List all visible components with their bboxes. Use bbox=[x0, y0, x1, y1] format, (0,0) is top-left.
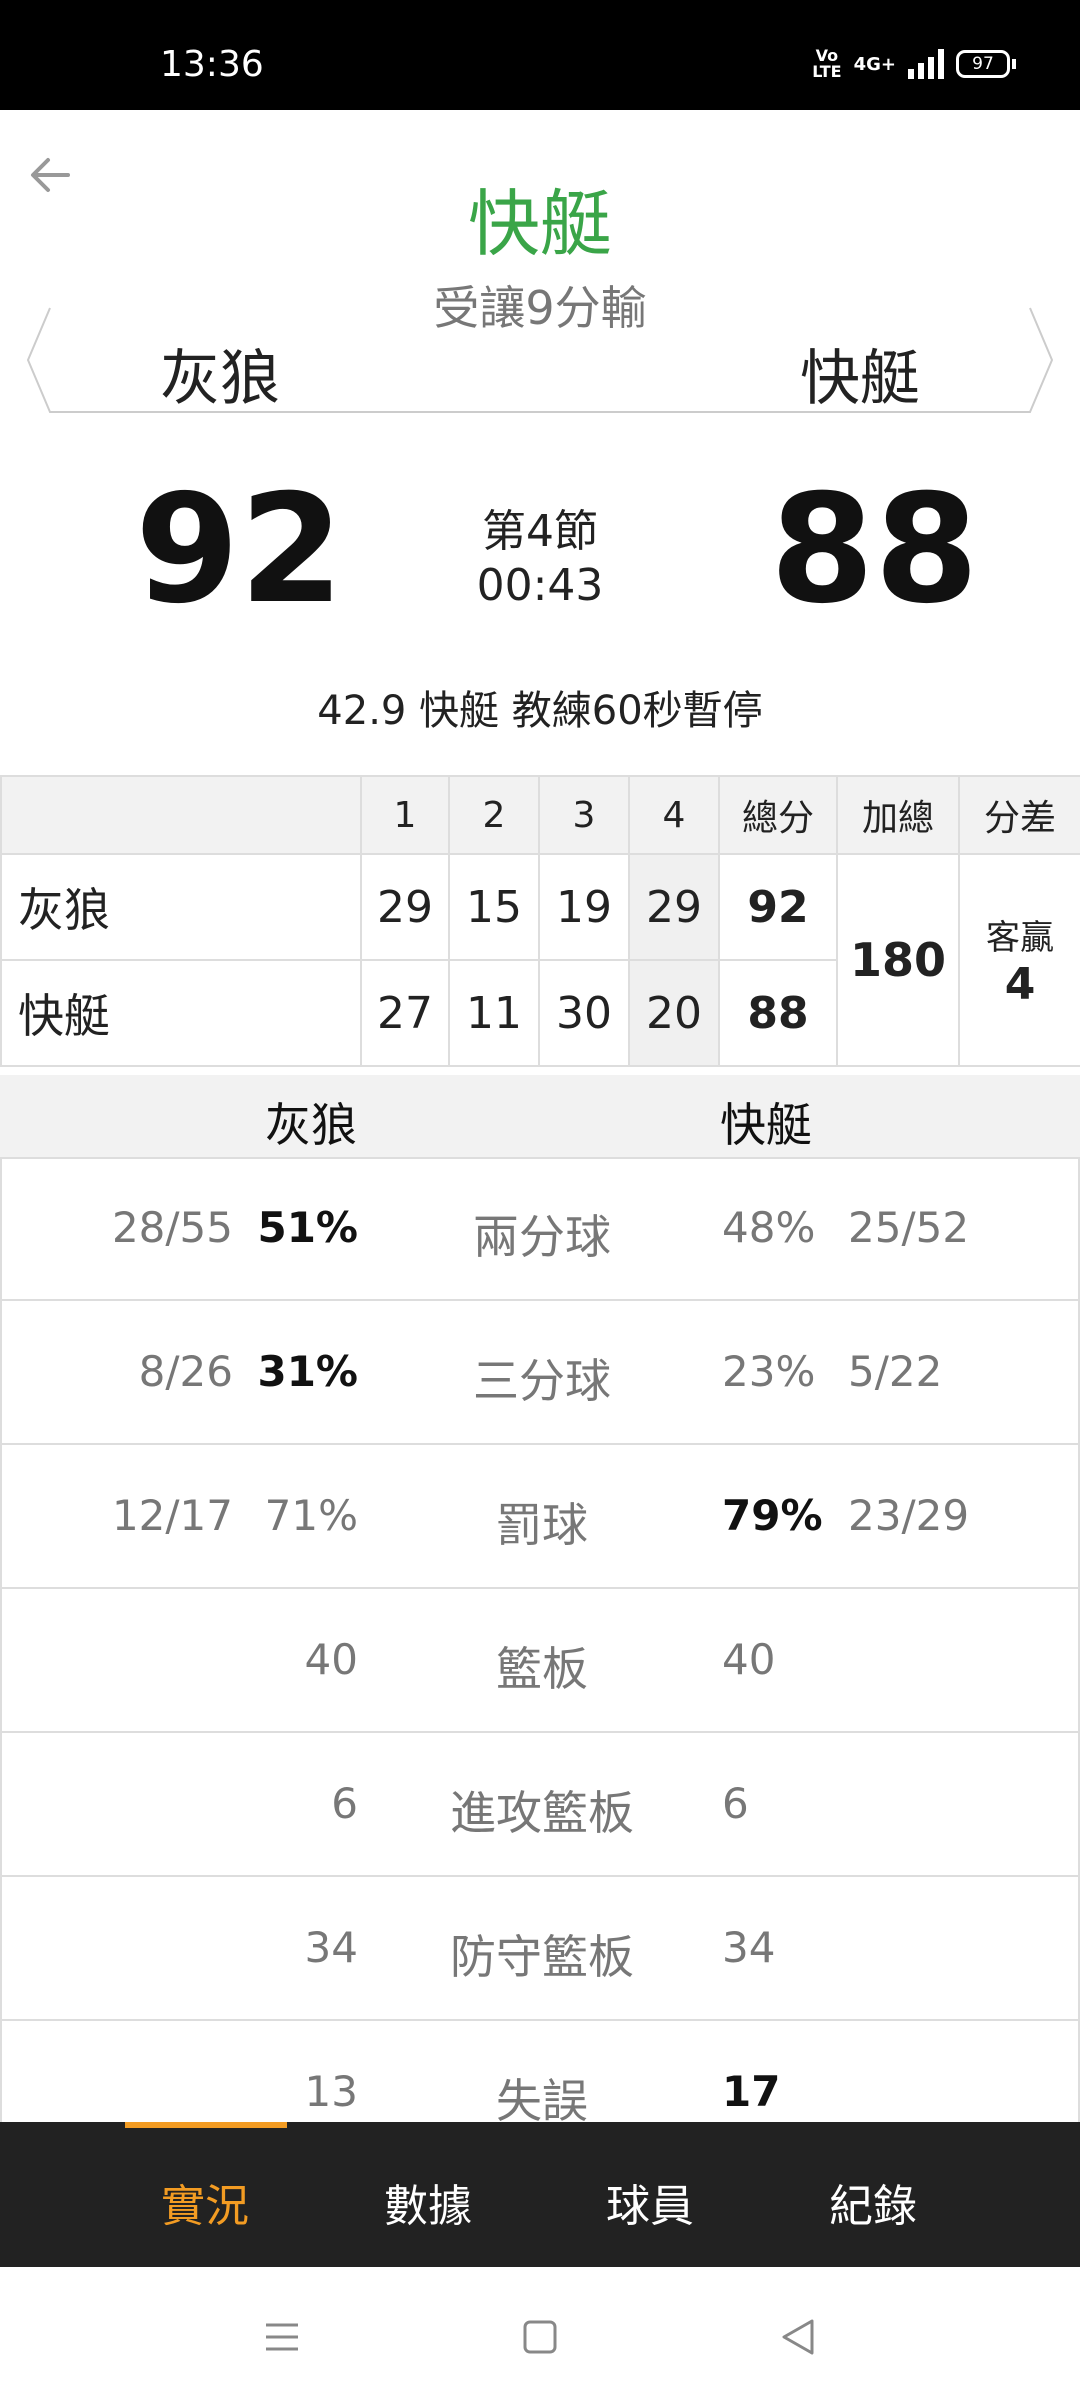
combined-score: 180 bbox=[836, 853, 960, 1067]
q4-score: 20 bbox=[628, 959, 720, 1067]
tab-live[interactable]: 實況 bbox=[110, 2170, 300, 2234]
tab-stats[interactable]: 數據 bbox=[333, 2170, 523, 2234]
home-value: 17 bbox=[722, 2067, 781, 2116]
home-icon[interactable] bbox=[510, 2307, 570, 2367]
q1-score: 27 bbox=[360, 959, 450, 1067]
status-icons: Vo LTE 4G+ 97 bbox=[812, 48, 1016, 80]
battery-icon: 97 bbox=[956, 50, 1010, 78]
q3-score: 19 bbox=[538, 853, 630, 961]
header-q1: 1 bbox=[360, 775, 450, 855]
quarter-score-table: 1 2 3 4 總分 加總 分差 灰狼 29 15 19 29 92 180 客… bbox=[0, 775, 1080, 1067]
stat-label: 籃板 bbox=[496, 1642, 588, 1696]
table-row: 灰狼 29 15 19 29 92 180 客贏 4 bbox=[0, 853, 1080, 1067]
away-team-name: 灰狼 bbox=[160, 344, 280, 414]
tab-players[interactable]: 球員 bbox=[555, 2170, 745, 2234]
stat-row-two-pointers: 28/55 51% 兩分球 48% 25/52 bbox=[2, 1157, 1078, 1301]
battery-tip bbox=[1012, 59, 1016, 69]
stats-header: 灰狼 快艇 bbox=[0, 1075, 1080, 1159]
home-fraction: 25/52 bbox=[848, 1203, 970, 1252]
home-value: 34 bbox=[722, 1923, 776, 1972]
last-event: 42.9 快艇 教練60秒暫停 bbox=[317, 688, 763, 734]
header-diff: 分差 bbox=[958, 775, 1080, 855]
total-score: 88 bbox=[718, 959, 838, 1067]
stat-row-rebounds: 40 籃板 40 bbox=[2, 1589, 1078, 1733]
volte-icon: Vo LTE bbox=[812, 46, 842, 81]
header-q2: 2 bbox=[448, 775, 540, 855]
quarter-header-row: 1 2 3 4 總分 加總 分差 bbox=[0, 775, 1080, 855]
home-value: 48% bbox=[722, 1203, 816, 1252]
game-clock: 00:43 bbox=[476, 560, 604, 611]
header-total: 總分 bbox=[718, 775, 838, 855]
stat-row-free-throws: 12/17 71% 罰球 79% 23/29 bbox=[2, 1445, 1078, 1589]
tab-records[interactable]: 紀錄 bbox=[778, 2170, 968, 2234]
header-q4: 4 bbox=[628, 775, 720, 855]
row-team: 快艇 bbox=[0, 959, 362, 1067]
home-value: 23% bbox=[722, 1347, 816, 1396]
signal-icon bbox=[908, 49, 944, 79]
home-fraction: 5/22 bbox=[848, 1347, 943, 1396]
diff-label: 客贏 bbox=[986, 918, 1054, 958]
row-team: 灰狼 bbox=[0, 853, 362, 961]
header-combined: 加總 bbox=[836, 775, 960, 855]
home-fraction: 23/29 bbox=[848, 1491, 970, 1540]
header-q3: 3 bbox=[538, 775, 630, 855]
status-bar: 13:36 Vo LTE 4G+ 97 bbox=[0, 0, 1080, 110]
q2-score: 15 bbox=[448, 853, 540, 961]
diff-value: 4 bbox=[1004, 959, 1036, 1010]
score-diff: 客贏 4 bbox=[958, 853, 1080, 1067]
network-type: 4G+ bbox=[853, 53, 896, 75]
home-value: 40 bbox=[722, 1635, 776, 1684]
total-score: 92 bbox=[718, 853, 838, 961]
system-nav-bar bbox=[0, 2267, 1080, 2400]
home-value: 79% bbox=[722, 1491, 823, 1540]
q1-score: 29 bbox=[360, 853, 450, 961]
stat-label: 進攻籃板 bbox=[450, 1786, 634, 1840]
triangle-back-icon[interactable] bbox=[768, 2307, 828, 2367]
stat-row-turnovers: 13 失誤 17 bbox=[2, 2021, 1078, 2122]
stat-row-three-pointers: 8/26 31% 三分球 23% 5/22 bbox=[2, 1301, 1078, 1445]
stats-away-team: 灰狼 bbox=[265, 1098, 357, 1152]
game-period: 第4節 bbox=[482, 506, 598, 557]
home-team-name: 快艇 bbox=[800, 344, 920, 414]
stat-row-defensive-rebounds: 34 防守籃板 34 bbox=[2, 1877, 1078, 2021]
active-tab-indicator bbox=[125, 2122, 287, 2128]
q2-score: 11 bbox=[448, 959, 540, 1067]
stat-row-offensive-rebounds: 6 進攻籃板 6 bbox=[2, 1733, 1078, 1877]
stat-label: 防守籃板 bbox=[450, 1930, 634, 1984]
bottom-nav: 實況 數據 球員 紀錄 bbox=[0, 2122, 1080, 2267]
favorite-team: 快艇 bbox=[467, 182, 612, 266]
header-team bbox=[0, 775, 362, 855]
menu-icon[interactable] bbox=[252, 2307, 312, 2367]
q4-score: 29 bbox=[628, 853, 720, 961]
stat-label: 失誤 bbox=[496, 2074, 588, 2122]
stats-list[interactable]: 28/55 51% 兩分球 48% 25/52 8/26 31% 三分球 23%… bbox=[0, 1157, 1080, 2122]
home-value: 6 bbox=[722, 1779, 749, 1828]
stats-home-team: 快艇 bbox=[720, 1098, 812, 1152]
q3-score: 30 bbox=[538, 959, 630, 1067]
status-time: 13:36 bbox=[160, 44, 264, 85]
